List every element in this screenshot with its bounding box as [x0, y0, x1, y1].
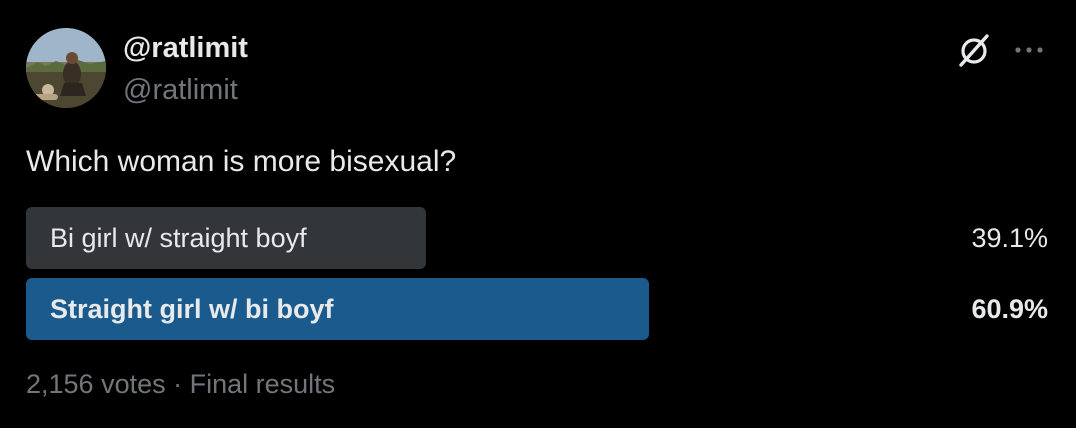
poll-option-1-percent: 39.1% [971, 223, 1048, 253]
avatar[interactable] [26, 28, 106, 108]
poll-results-footer: 2,156 votes · Final results [26, 369, 336, 399]
display-name[interactable]: @ratlimit [123, 30, 248, 66]
more-options-icon[interactable] [1011, 36, 1047, 64]
poll-option-2-label: Straight girl w/ bi boyf [50, 294, 334, 324]
poll-option-1: Bi girl w/ straight boyf 39.1% [26, 207, 1056, 269]
grok-slash-circle-icon[interactable] [954, 30, 994, 70]
poll-option-1-label: Bi girl w/ straight boyf [50, 223, 307, 253]
poll-tweet: @ratlimit @ratlimit Which woman is more … [0, 0, 1076, 428]
poll-question: Which woman is more bisexual? [26, 145, 457, 178]
poll-option-2-percent: 60.9% [971, 294, 1048, 324]
user-handle[interactable]: @ratlimit [123, 72, 238, 108]
poll-option-2: Straight girl w/ bi boyf 60.9% [26, 278, 1056, 340]
avatar-photo-icon [26, 28, 106, 108]
